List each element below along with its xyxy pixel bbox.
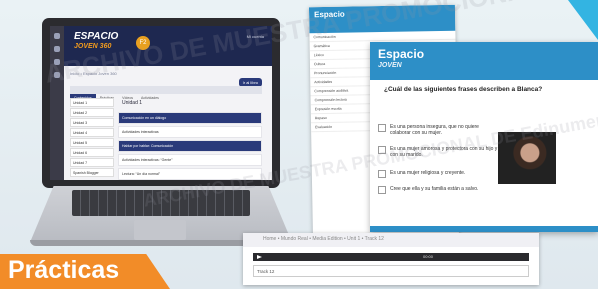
content-title: Unidad 1: [122, 100, 143, 106]
folder-icon[interactable]: [54, 59, 60, 65]
quiz-option[interactable]: Cree que ella y su familia están a salvo…: [378, 186, 500, 194]
book-icon[interactable]: [54, 46, 60, 52]
quiz-logo: Espacio JOVEN: [378, 48, 424, 72]
side-rail: [50, 26, 64, 180]
checkbox[interactable]: [378, 146, 386, 154]
laptop-mockup: ESPACIO JOVEN 360 F2 Mi cuenta Inicio • …: [30, 18, 292, 250]
quiz-option-text: Es una mujer religiosa y creyente.: [390, 170, 466, 176]
content-row[interactable]: Actividades interactivas: “Gente”: [118, 154, 262, 166]
tab-bar: ContenidosPrácticasVídeosActividades: [70, 86, 262, 102]
time-readout: 00:00: [423, 254, 434, 259]
content-pane: Unidad 1 Comunicación en un diálogo Acti…: [118, 98, 262, 180]
app-header: ESPACIO JOVEN 360 F2 Mi cuenta: [64, 26, 272, 66]
section-label: Prácticas: [0, 254, 170, 289]
play-icon[interactable]: [257, 254, 262, 259]
breadcrumb[interactable]: Inicio • Espacio Joven 360: [70, 71, 117, 76]
unit-item[interactable]: Spanish Blogger: [70, 168, 114, 177]
section-label-text: Prácticas: [8, 256, 120, 284]
unit-list: Unidad 1 Unidad 2 Unidad 3 Unidad 4 Unid…: [70, 98, 114, 178]
quiz-option[interactable]: Es una mujer amorosa y protectora con su…: [378, 146, 500, 158]
quiz-footer: [370, 226, 598, 232]
quiz-option-text: Es una mujer amorosa y protectora con su…: [390, 146, 498, 158]
audio-player: 00:00: [253, 253, 529, 261]
quiz-option-text: Es una persona insegura, que no quiere c…: [390, 124, 479, 136]
unit-item[interactable]: Unidad 6: [70, 148, 114, 157]
checkbox[interactable]: [378, 124, 386, 132]
unit-item[interactable]: Unidad 1: [70, 98, 114, 107]
checkbox[interactable]: [378, 186, 386, 194]
laptop-screen: ESPACIO JOVEN 360 F2 Mi cuenta Inicio • …: [50, 26, 272, 180]
quiz-option[interactable]: Es una persona insegura, que no quiere c…: [378, 124, 500, 136]
user-menu[interactable]: Mi cuenta: [247, 34, 264, 39]
content-row[interactable]: Actividades interactivas: [118, 126, 262, 138]
index-panel-title: Espacio: [308, 4, 456, 34]
level-badge: F2: [136, 36, 150, 50]
unit-item[interactable]: Unidad 5: [70, 138, 114, 147]
media-breadcrumb[interactable]: Home • Mundo Real • Media Edition • Unit…: [243, 233, 539, 247]
laptop-lid: ESPACIO JOVEN 360 F2 Mi cuenta Inicio • …: [42, 18, 280, 188]
content-row[interactable]: Hablar por hablar: Comunicación: [118, 140, 262, 152]
content-row[interactable]: Comunicación en un diálogo: [118, 112, 262, 124]
quiz-option-text: Cree que ella y su familia están a salvo…: [390, 186, 479, 192]
content-row[interactable]: Lectura: “Un día normal”: [118, 168, 262, 180]
unit-item[interactable]: Unidad 2: [70, 108, 114, 117]
quiz-panel: Espacio JOVEN ¿Cuál de las siguientes fr…: [370, 42, 598, 232]
logo-sub: JOVEN 360: [74, 43, 112, 50]
quiz-logo-sub: JOVEN: [378, 62, 402, 69]
quiz-header: Espacio JOVEN: [370, 42, 598, 80]
trackpad: [134, 220, 186, 240]
app-logo: ESPACIO JOVEN 360: [74, 32, 118, 52]
checkbox[interactable]: [378, 170, 386, 178]
unit-item[interactable]: Unidad 4: [70, 128, 114, 137]
home-icon[interactable]: [54, 33, 60, 39]
corner-decoration: [568, 0, 598, 40]
track-name: Track 12: [253, 265, 529, 277]
unit-item[interactable]: Unidad 3: [70, 118, 114, 127]
logo-main: ESPACIO: [74, 31, 119, 42]
media-player-panel: Home • Mundo Real • Media Edition • Unit…: [243, 233, 539, 285]
quiz-logo-main: Espacio: [378, 47, 425, 61]
keyboard: [72, 190, 250, 216]
settings-icon[interactable]: [54, 72, 60, 78]
character-photo: [498, 132, 556, 184]
unit-item[interactable]: Unidad 7: [70, 158, 114, 167]
quiz-question: ¿Cuál de las siguientes frases describen…: [384, 86, 543, 93]
quiz-option[interactable]: Es una mujer religiosa y creyente.: [378, 170, 500, 178]
